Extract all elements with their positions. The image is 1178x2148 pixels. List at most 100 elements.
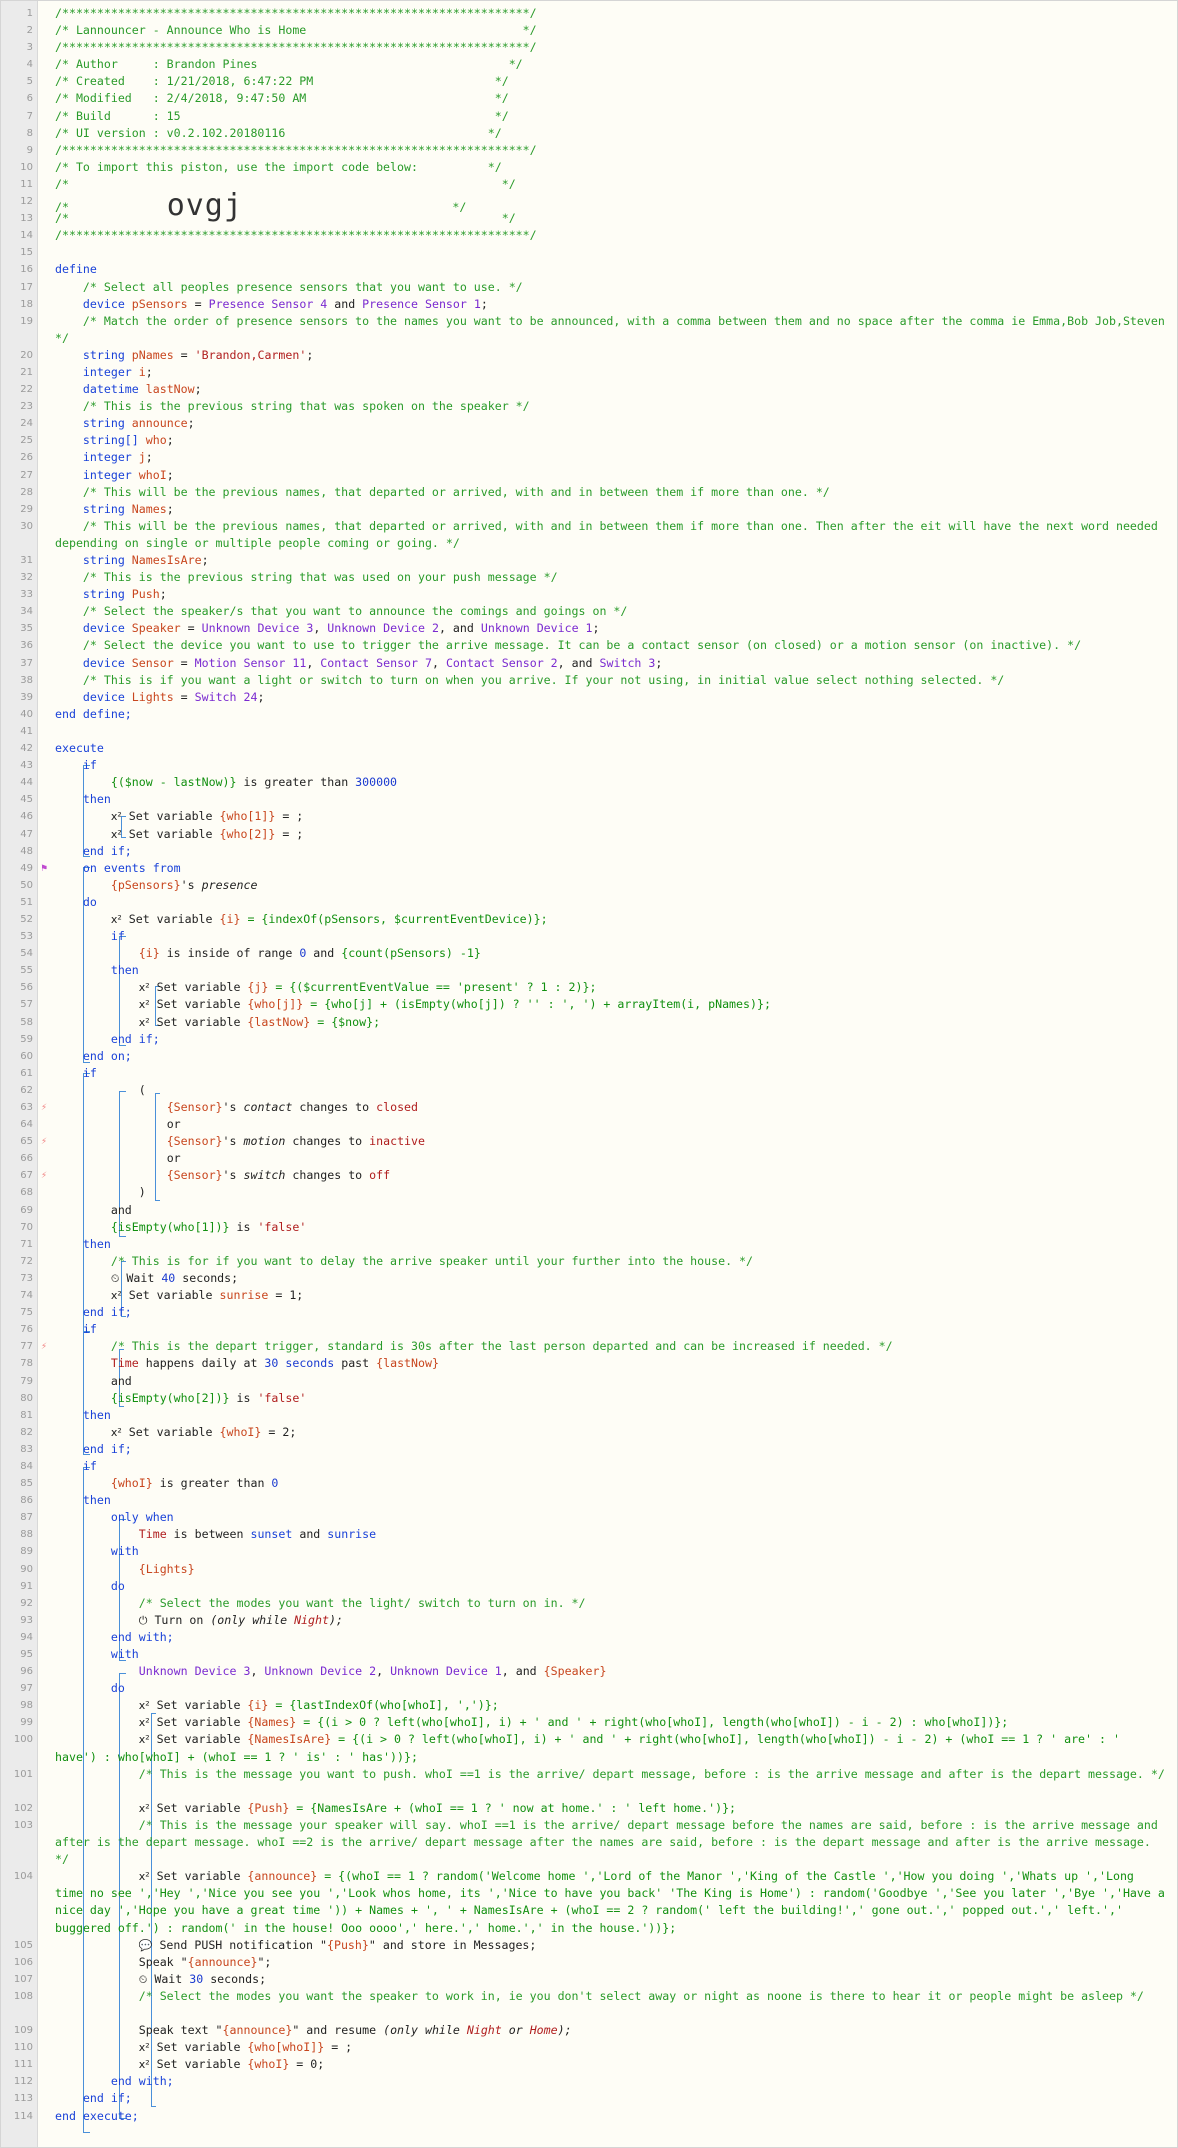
code-line: 109 Speak text "{announce}" and resume (…	[13, 2023, 572, 2038]
code-line: 44 {($now - lastNow)} is greater than 30…	[20, 775, 398, 790]
code-editor: 1/**************************************…	[0, 0, 1178, 2148]
code-line: 2/* Lannouncer - Announce Who is Home */	[26, 23, 537, 38]
set-variable-icon: x²	[138, 1716, 150, 1730]
code-line: 26 integer j;	[20, 450, 153, 465]
code-line: 74 x² Set variable sunrise = 1;	[20, 1288, 304, 1303]
code-line: 112 end with;	[13, 2074, 174, 2089]
code-line: 5/* Created : 1/21/2018, 6:47:22 PM */	[26, 74, 509, 89]
code-line: 1/**************************************…	[26, 6, 537, 20]
set-variable-icon: x²	[138, 981, 150, 995]
code-line: 55 then	[20, 963, 139, 978]
code-line: 10/* To import this piston, use the impo…	[20, 159, 502, 174]
set-variable-icon: x²	[138, 1699, 150, 1713]
code-line: 76 if	[20, 1322, 97, 1337]
code-line: 22 datetime lastNow;	[20, 382, 202, 397]
code-line: 51 do	[20, 894, 97, 909]
set-variable-icon: x²	[110, 810, 122, 824]
power-icon: ⏻	[138, 1613, 148, 1627]
trigger-lightning-icon: ⚡	[41, 1341, 48, 1353]
code-line: 33 string Push;	[20, 587, 167, 602]
code-line: 75 end if;	[20, 1305, 132, 1320]
trigger-lightning-icon: ⚡	[41, 1136, 48, 1148]
code-line: 99 x² Set variable {Names} = {(i > 0 ? l…	[20, 1715, 1009, 1730]
speech-bubble-icon: 💬	[138, 1938, 153, 1952]
code-line: 4/* Author : Brandon Pines */	[26, 57, 523, 72]
code-line: 70 {isEmpty(who[1])} is 'false'	[20, 1219, 307, 1234]
code-line: 92 /* Select the modes you want the ligh…	[20, 1595, 586, 1610]
code-line: 18 device pSensors = Presence Sensor 4 a…	[20, 296, 488, 311]
code-line: 111 x² Set variable {whoI} = 0;	[13, 2057, 325, 2072]
code-line: 14/*************************************…	[20, 228, 537, 243]
code-line: 110 x² Set variable {who[whoI]} = ;	[13, 2040, 353, 2055]
code-line: 85 {whoI} is greater than 0	[20, 1476, 279, 1491]
code-line: 89 with	[20, 1544, 139, 1559]
code-line: 39 device Lights = Switch 24;	[20, 689, 265, 704]
code-line: 19 /* Match the order of presence sensor…	[20, 313, 1172, 345]
set-variable-icon: x²	[138, 1870, 150, 1884]
code-line: 57 x² Set variable {who[j]} = {who[j] + …	[20, 997, 771, 1012]
code-line: 63 ⚡ {Sensor}'s contact changes to closed	[1, 1099, 1177, 1116]
code-line: 91 do	[20, 1578, 125, 1593]
code-line: 95 with	[20, 1647, 139, 1661]
code-line: 78 Time happens daily at 30 seconds past…	[20, 1356, 439, 1371]
set-variable-icon: x²	[110, 1425, 122, 1439]
code-line: 60 end on;	[20, 1048, 132, 1063]
code-line: 83 end if;	[20, 1441, 132, 1456]
code-line-import-code: 12/* ovgj */	[20, 188, 467, 224]
code-line: 47 x² Set variable {who[2]} = ;	[20, 826, 304, 841]
code-line: 6/* Modified : 2/4/2018, 9:47:50 AM */	[26, 91, 509, 106]
code-line: 21 integer i;	[20, 364, 153, 379]
code-line: 31 string NamesIsAre;	[20, 553, 209, 567]
code-line: 41	[20, 725, 33, 737]
code-line: 38 /* This is if you want a light or swi…	[20, 672, 1005, 687]
set-variable-icon: x²	[110, 827, 122, 841]
code-line: 15	[20, 247, 33, 259]
code-line: 25 string[] who;	[20, 433, 174, 448]
code-line: 40 end define;	[20, 706, 132, 721]
code-line: 69 and	[20, 1202, 132, 1217]
set-variable-icon: x²	[138, 1733, 150, 1747]
code-line: 114 end execute;	[13, 2108, 139, 2123]
set-variable-icon: x²	[138, 2058, 150, 2072]
trigger-lightning-icon: ⚡	[41, 1102, 48, 1113]
code-line: 54 {i} is inside of range 0 and {count(p…	[20, 946, 481, 961]
code-line: 88 Time is between sunset and sunrise	[20, 1527, 377, 1542]
code-line: 43 if	[20, 758, 97, 773]
code-line: 62 (	[20, 1082, 146, 1097]
code-line: 77 ⚡ /* This is the depart trigger, stand…	[1, 1338, 1177, 1355]
code-line: 49 ⚑ on events from	[1, 860, 1177, 877]
code-line: 72 /* This is for if you want to delay t…	[20, 1253, 754, 1268]
code-line: 50 {pSensors}'s presence	[20, 877, 258, 892]
set-variable-icon: x²	[138, 1015, 150, 1029]
code-line: 94 end with;	[20, 1629, 174, 1644]
code-line: 29 string Names;	[20, 501, 174, 516]
code-line: 67 ⚡ {Sensor}'s switch changes to off	[1, 1167, 1177, 1184]
code-line: 36 /* Select the device you want to use …	[20, 638, 1082, 653]
code-line: 32 /* This is the previous string that w…	[20, 570, 558, 585]
code-line: 23 /* This is the previous string that w…	[20, 399, 530, 414]
code-line: 61 if	[20, 1065, 97, 1080]
set-variable-icon: x²	[138, 2041, 150, 2055]
code-line: 65 ⚡ {Sensor}'s motion changes to inactiv…	[1, 1133, 1177, 1150]
code-line: 35 device Speaker = Unknown Device 3, Un…	[20, 621, 600, 636]
code-line: 106 Speak "{announce}";	[13, 1954, 272, 1969]
code-line: 102 x² Set variable {Push} = {NamesIsAre…	[13, 1800, 737, 1815]
set-variable-icon: x²	[138, 1801, 150, 1815]
code-line: 96 Unknown Device 3, Unknown Device 2, U…	[20, 1664, 607, 1679]
code-line: 93 ⏻ Turn on (only while Night);	[20, 1612, 343, 1627]
clock-icon: ⏲	[138, 1972, 148, 1986]
code-line: 81 then	[20, 1407, 111, 1422]
code-line: 13/* */	[20, 211, 516, 226]
code-line: 66 or	[20, 1151, 181, 1166]
code-line: 37 device Sensor = Motion Sensor 11, Con…	[20, 655, 663, 670]
set-variable-icon: x²	[110, 1289, 122, 1303]
code-line: 58 x² Set variable {lastNow} = {$now};	[20, 1014, 381, 1029]
code-line: 24 string announce;	[20, 416, 195, 431]
code-line: 64 or	[20, 1117, 181, 1132]
code-line: 20 string pNames = 'Brandon,Carmen';	[20, 347, 314, 362]
code-line: 68 )	[20, 1185, 146, 1200]
code-line: 100 x² Set variable {NamesIsAre} = {(i >…	[13, 1732, 1127, 1764]
code-line: 105 💬 Send PUSH notification "{Push}" an…	[13, 1937, 537, 1952]
code-line: 34 /* Select the speaker/s that you want…	[20, 604, 628, 619]
code-line: 80 {isEmpty(who[2])} is 'false'	[20, 1390, 307, 1405]
